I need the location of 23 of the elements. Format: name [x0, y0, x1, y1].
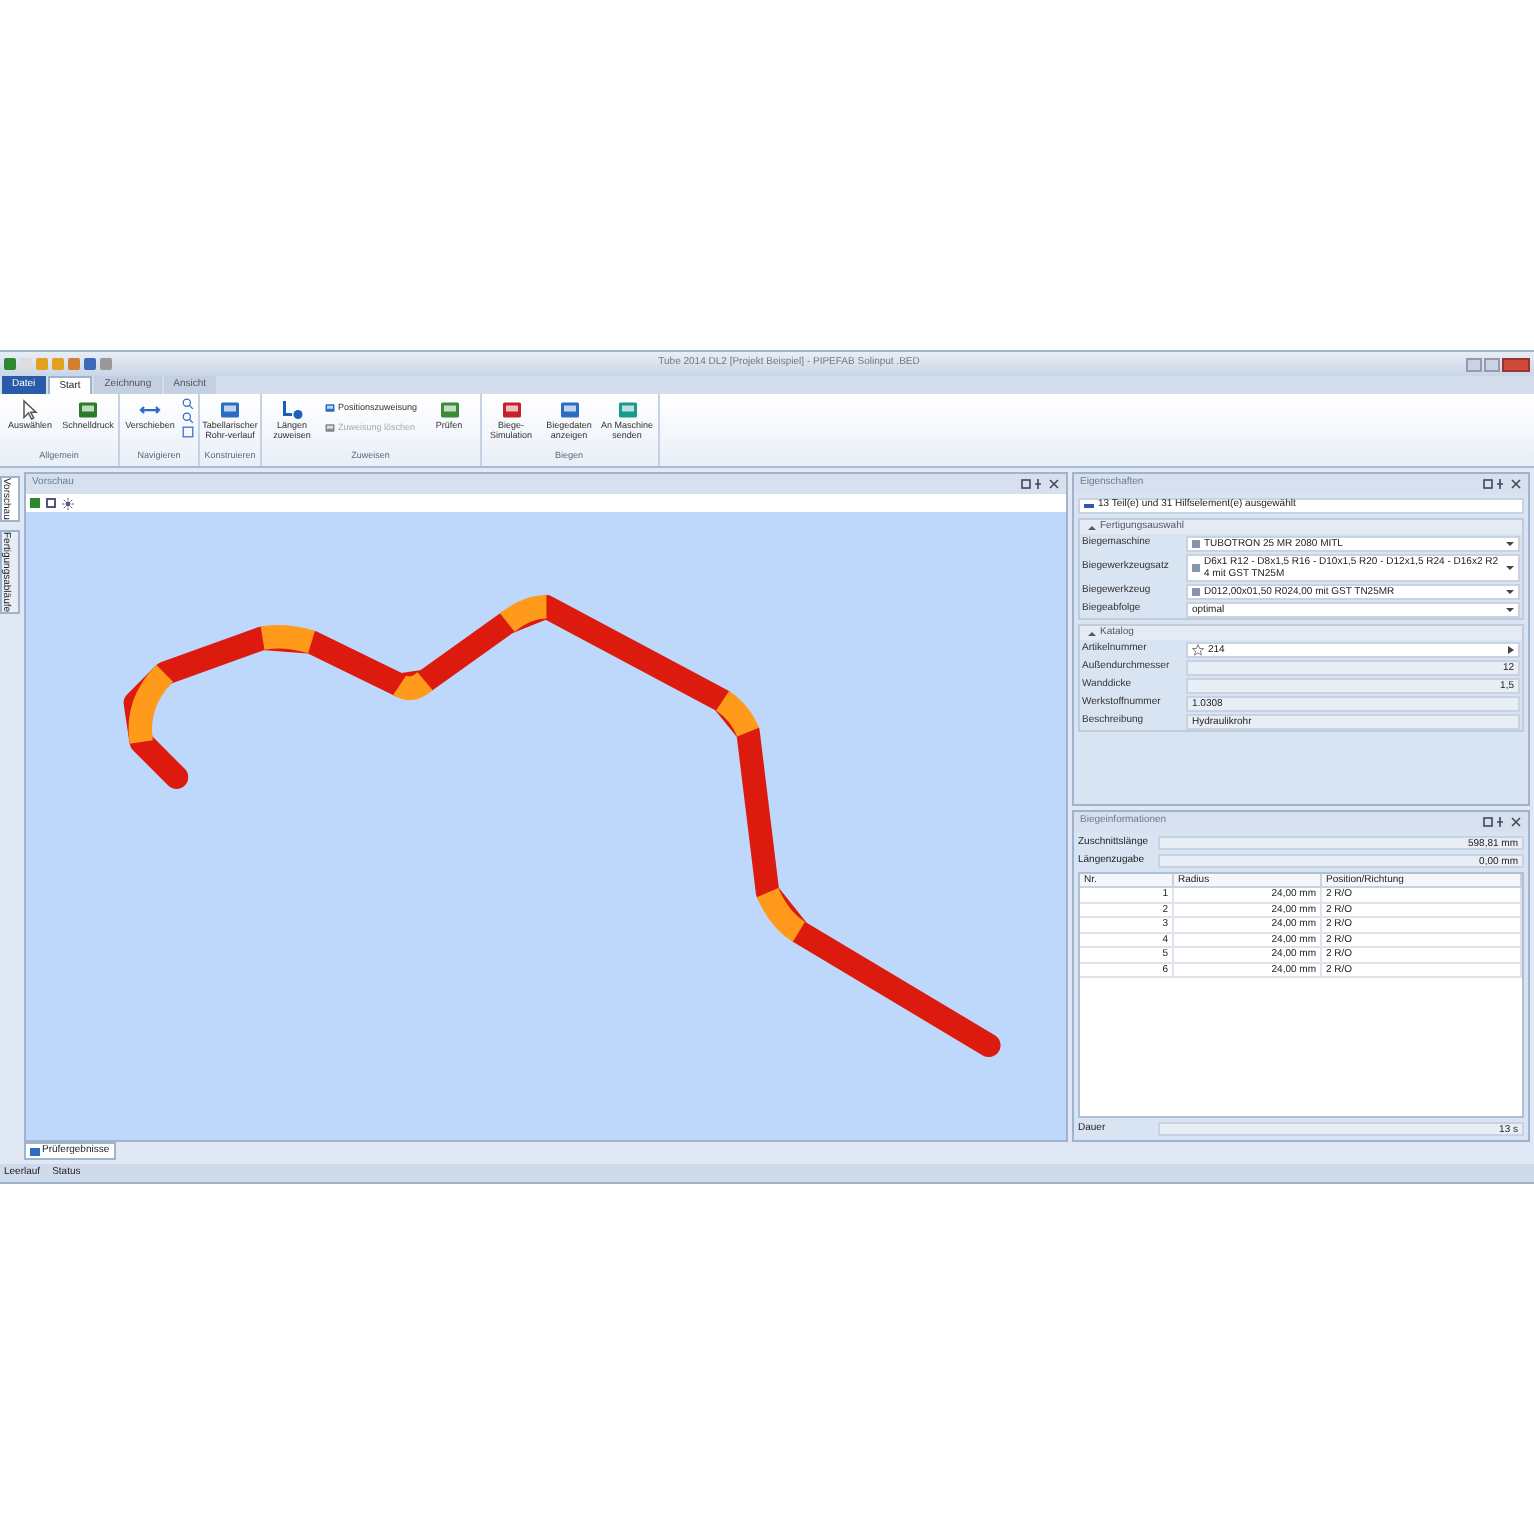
toolbar-icon [557, 398, 582, 422]
sun-icon[interactable] [62, 497, 74, 509]
panel-controls-icon[interactable] [1482, 478, 1522, 490]
dropdown-arrow-icon[interactable] [1506, 565, 1514, 569]
close-button[interactable] [1502, 357, 1530, 371]
minus-icon [1084, 504, 1094, 508]
monitor-icon [30, 1147, 40, 1155]
toolbar-icon [280, 398, 304, 422]
dropdown-arrow-icon[interactable] [1506, 607, 1514, 611]
zoom-out-icon[interactable] [182, 412, 194, 424]
play-arrow-icon[interactable] [1508, 645, 1514, 653]
panel-controls-icon[interactable] [1020, 478, 1060, 490]
panel-controls-icon[interactable] [1482, 816, 1522, 828]
toolbar-icon [218, 398, 242, 422]
fit-view-icon[interactable] [182, 426, 194, 438]
dropdown-arrow-icon[interactable] [1506, 589, 1514, 593]
zoom-in-icon[interactable] [182, 398, 194, 410]
dropdown-arrow-icon[interactable] [1506, 541, 1514, 545]
star-icon[interactable] [1192, 643, 1204, 655]
toolbar-icon [324, 402, 336, 415]
grid-icon[interactable] [46, 498, 56, 508]
cursor-icon [18, 398, 42, 422]
toolbar-icon [499, 398, 524, 422]
